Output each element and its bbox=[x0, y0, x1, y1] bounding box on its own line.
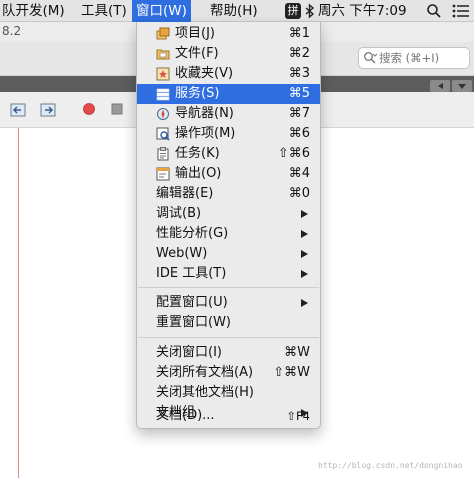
submenu-arrow-icon bbox=[301, 270, 308, 278]
menu-item-label: 任务(K) bbox=[175, 146, 220, 161]
submenu-arrow-icon bbox=[301, 230, 308, 238]
menu-item-shortcut: ⌘4 bbox=[288, 166, 310, 181]
menu-item-output[interactable]: 输出(O) ⌘4 bbox=[137, 164, 320, 184]
output-icon bbox=[156, 167, 170, 181]
back-icon[interactable] bbox=[10, 102, 26, 118]
menu-item-label: 关闭所有文档(A) bbox=[156, 365, 254, 380]
menu-item-label: 收藏夹(V) bbox=[175, 66, 234, 81]
notification-center-icon[interactable] bbox=[452, 3, 470, 19]
menu-item-label: 关闭窗口(I) bbox=[156, 345, 222, 360]
menu-item-profiling[interactable]: 性能分析(G) bbox=[137, 224, 320, 244]
input-method-icon[interactable]: 拼 bbox=[285, 3, 301, 19]
menu-item-shortcut: ⇧F4 bbox=[286, 409, 310, 423]
menu-item-shortcut: ⌘7 bbox=[288, 106, 310, 121]
files-icon bbox=[156, 49, 170, 60]
bluetooth-icon[interactable] bbox=[304, 3, 316, 19]
projects-icon bbox=[156, 27, 170, 40]
menu-separator bbox=[138, 287, 319, 288]
submenu-arrow-icon bbox=[301, 250, 308, 258]
menu-separator bbox=[138, 337, 319, 338]
watermark-text: http://blog.csdn.net/dongnihao bbox=[318, 461, 463, 470]
menu-item-tasks[interactable]: 任务(K) ⇧⌘6 bbox=[137, 144, 320, 164]
stop-macro-icon[interactable] bbox=[110, 102, 124, 116]
menu-item-label: 性能分析(G) bbox=[156, 226, 229, 241]
menu-item-label: IDE 工具(T) bbox=[156, 266, 227, 281]
menu-item-shortcut: ⌘6 bbox=[288, 126, 310, 141]
menu-item-documents-list[interactable]: 文档(D)... ⇧F4 bbox=[137, 406, 320, 426]
menu-item-web[interactable]: Web(W) bbox=[137, 244, 320, 264]
menu-item-shortcut: ⌘0 bbox=[288, 186, 310, 201]
submenu-arrow-icon bbox=[301, 210, 308, 218]
menu-item-label: 项目(J) bbox=[175, 26, 215, 41]
search-input[interactable] bbox=[379, 49, 467, 67]
menu-item-shortcut: ⌘2 bbox=[288, 46, 310, 61]
menu-bar: 队开发(M) 工具(T) 窗口(W) 帮助(H) 拼 周六 下午7:09 bbox=[0, 0, 474, 22]
menu-item-label: Web(W) bbox=[156, 246, 208, 261]
favorites-icon bbox=[156, 67, 170, 81]
menu-item-label: 调试(B) bbox=[156, 206, 202, 221]
menu-item-shortcut: ⌘5 bbox=[288, 86, 310, 101]
menubar-team[interactable]: 队开发(M) bbox=[2, 0, 65, 22]
menu-item-navigator[interactable]: 导航器(N) ⌘7 bbox=[137, 104, 320, 124]
menu-item-projects[interactable]: 项目(J) ⌘1 bbox=[137, 24, 320, 44]
menubar-clock[interactable]: 周六 下午7:09 bbox=[318, 0, 407, 22]
action-items-icon bbox=[156, 127, 170, 141]
menubar-help[interactable]: 帮助(H) bbox=[210, 0, 258, 22]
window-menu-dropdown: 项目(J) ⌘1 文件(F) ⌘2 收藏夹(V) ⌘3 服务(S) ⌘5 导航器… bbox=[136, 22, 321, 429]
menu-item-close-window[interactable]: 关闭窗口(I) ⌘W bbox=[137, 343, 320, 363]
scroll-tabs-right-button[interactable] bbox=[452, 80, 472, 92]
menu-item-label: 输出(O) bbox=[175, 166, 222, 181]
menu-item-label: 关闭其他文档(H) bbox=[156, 385, 254, 400]
menu-item-label: 重置窗口(W) bbox=[156, 315, 231, 330]
tasks-icon bbox=[157, 147, 169, 161]
submenu-arrow-icon bbox=[301, 299, 308, 307]
forward-icon[interactable] bbox=[40, 102, 56, 118]
menu-item-services[interactable]: 服务(S) ⌘5 bbox=[137, 84, 320, 104]
menubar-tools[interactable]: 工具(T) bbox=[81, 0, 127, 22]
menu-item-shortcut: ⌘3 bbox=[288, 66, 310, 81]
menu-item-label: 操作项(M) bbox=[175, 126, 236, 141]
ide-search-box[interactable] bbox=[358, 47, 470, 69]
menu-item-ide-tools[interactable]: IDE 工具(T) bbox=[137, 264, 320, 284]
menu-item-label: 文档(D)... bbox=[156, 408, 215, 423]
menubar-window[interactable]: 窗口(W) bbox=[132, 0, 191, 22]
navigator-icon bbox=[157, 108, 169, 120]
menu-item-label: 服务(S) bbox=[175, 86, 220, 101]
scroll-tabs-left-button[interactable] bbox=[430, 80, 450, 92]
menu-item-action-items[interactable]: 操作项(M) ⌘6 bbox=[137, 124, 320, 144]
menu-item-label: 导航器(N) bbox=[175, 106, 234, 121]
spotlight-search-icon[interactable] bbox=[426, 3, 442, 19]
menu-item-editor[interactable]: 编辑器(E) ⌘0 bbox=[137, 184, 320, 204]
menu-item-configure-window[interactable]: 配置窗口(U) bbox=[137, 293, 320, 313]
menu-item-label: 配置窗口(U) bbox=[156, 295, 228, 310]
ide-version: 8.2 bbox=[2, 24, 22, 38]
record-macro-icon[interactable] bbox=[82, 102, 96, 116]
menu-item-files[interactable]: 文件(F) ⌘2 bbox=[137, 44, 320, 64]
menu-item-shortcut: ⇧⌘6 bbox=[277, 146, 310, 161]
menu-item-debug[interactable]: 调试(B) bbox=[137, 204, 320, 224]
search-icon bbox=[364, 52, 377, 64]
menu-item-shortcut: ⇧⌘W bbox=[273, 365, 310, 380]
menu-item-reset-windows[interactable]: 重置窗口(W) bbox=[137, 313, 320, 333]
menu-item-label: 编辑器(E) bbox=[156, 186, 214, 201]
editor-margin-line bbox=[18, 128, 19, 478]
menu-item-label: 文件(F) bbox=[175, 46, 219, 61]
menu-item-close-other-documents[interactable]: 关闭其他文档(H) bbox=[137, 383, 320, 403]
menu-item-shortcut: ⌘1 bbox=[288, 26, 310, 41]
menu-item-close-all-documents[interactable]: 关闭所有文档(A) ⇧⌘W bbox=[137, 363, 320, 383]
menu-item-shortcut: ⌘W bbox=[284, 345, 310, 360]
services-icon bbox=[156, 88, 170, 101]
menu-item-favorites[interactable]: 收藏夹(V) ⌘3 bbox=[137, 64, 320, 84]
